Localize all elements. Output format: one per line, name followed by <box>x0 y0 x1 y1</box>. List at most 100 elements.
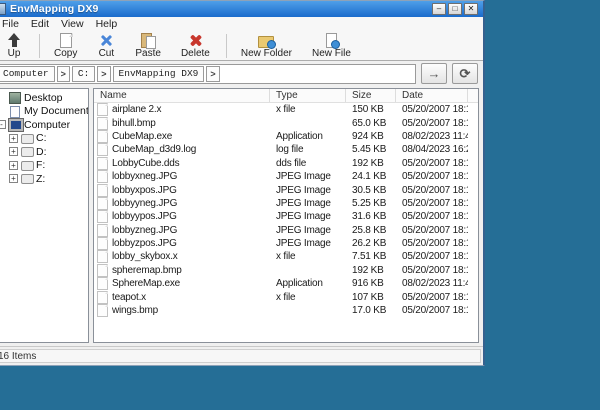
menu-item-edit[interactable]: Edit <box>25 18 55 30</box>
file-type: JPEG Image <box>276 171 331 183</box>
file-name-cell: CubeMap_d3d9.log <box>94 143 270 157</box>
table-row[interactable]: teapot.x x file 107 KB 05/20/2007 18:10 <box>94 290 478 304</box>
file-name-cell: lobbyxneg.JPG <box>94 170 270 184</box>
table-row[interactable]: wings.bmp 17.0 KB 05/20/2007 18:10 <box>94 304 478 318</box>
file-date: 05/20/2007 18:10 <box>402 104 468 116</box>
file-name: wings.bmp <box>112 305 158 317</box>
table-row[interactable]: lobbyxneg.JPG JPEG Image 24.1 KB 05/20/2007… <box>94 170 478 184</box>
breadcrumb[interactable]: Computer > C: > EnvMapping DX9 > <box>0 63 416 84</box>
file-icon <box>97 116 108 130</box>
tree-item-c-[interactable]: + C: <box>0 132 88 146</box>
tree-item-label: F: <box>36 159 46 172</box>
expand-icon[interactable]: + <box>9 160 18 170</box>
breadcrumb-chevron-icon[interactable]: > <box>56 65 70 82</box>
table-row[interactable]: bihull.bmp 65.0 KB 05/20/2007 18:10 <box>94 116 478 130</box>
file-manager-window: EnvMapping DX9 – □ ✕ File Edit View Help Up… <box>0 0 485 366</box>
toolbar-button-delete[interactable]: Delete <box>172 32 219 59</box>
drive-icon <box>20 160 34 171</box>
file-size: 24.1 KB <box>352 171 387 183</box>
tree-item-f-[interactable]: + F: <box>0 159 88 173</box>
table-row[interactable]: spheremap.bmp 192 KB 05/20/2007 18:10 <box>94 263 478 277</box>
file-name-cell: wings.bmp <box>94 304 270 318</box>
toolbar-button-paste[interactable]: Paste <box>126 32 170 59</box>
file-date: 08/02/2023 11:40 <box>402 278 468 290</box>
address-bar: Computer > C: > EnvMapping DX9 > → ⟳ <box>0 60 483 86</box>
menu-item-view[interactable]: View <box>55 18 90 30</box>
file-icon <box>97 196 108 210</box>
tree-item-label: Desktop <box>24 91 63 104</box>
documents-icon <box>8 105 21 118</box>
copy-icon <box>57 33 75 48</box>
folder-tree[interactable]: Desktop My Documents - Computer + C: + D: + F: + Z: <box>0 88 89 343</box>
expand-icon[interactable]: + <box>9 147 18 157</box>
file-size: 26.2 KB <box>352 238 387 250</box>
tree-item-my-documents[interactable]: My Documents <box>0 105 88 119</box>
table-row[interactable]: CubeMap.exe Application 924 KB 08/02/2023 1… <box>94 129 478 143</box>
table-row[interactable]: LobbyCube.dds dds file 192 KB 05/20/2007 18… <box>94 156 478 170</box>
window-title: EnvMapping DX9 <box>10 3 99 15</box>
table-row[interactable]: lobbyypos.JPG JPEG Image 31.6 KB 05/20/2007… <box>94 210 478 224</box>
breadcrumb-segment[interactable]: EnvMapping DX9 <box>112 65 205 82</box>
toolbar-button-cut[interactable]: Cut <box>88 32 124 59</box>
file-type: Application <box>276 130 323 142</box>
table-row[interactable]: lobbyzpos.JPG JPEG Image 26.2 KB 05/20/2007… <box>94 237 478 251</box>
file-icon <box>97 143 108 157</box>
column-header-size[interactable]: Size <box>346 89 396 102</box>
toolbar-button-label: Up <box>7 48 21 59</box>
file-date: 05/20/2007 18:10 <box>402 305 468 317</box>
file-name: lobbyxneg.JPG <box>112 171 178 183</box>
column-header-type[interactable]: Type <box>270 89 346 102</box>
file-icon <box>97 263 108 277</box>
toolbar-separator <box>39 33 40 58</box>
menu-item-file[interactable]: File <box>0 18 25 30</box>
table-row[interactable]: SphereMap.exe Application 916 KB 08/02/2023… <box>94 277 478 291</box>
column-header-date[interactable]: Date <box>396 89 468 102</box>
table-row[interactable]: airplane 2.x x file 150 KB 05/20/2007 18:10 <box>94 103 478 117</box>
tree-item-desktop[interactable]: Desktop <box>0 91 88 105</box>
refresh-button[interactable]: ⟳ <box>452 63 478 84</box>
file-name-cell: bihull.bmp <box>94 116 270 130</box>
file-size: 5.25 KB <box>352 197 387 209</box>
menu-item-help[interactable]: Help <box>90 18 124 30</box>
close-button[interactable]: ✕ <box>464 3 478 15</box>
file-icon <box>97 170 108 184</box>
file-date: 05/20/2007 18:10 <box>402 157 468 169</box>
status-bar: 16 Items <box>0 346 483 365</box>
file-size: 65.0 KB <box>352 117 387 129</box>
file-name-cell: LobbyCube.dds <box>94 156 270 170</box>
toolbar-button-new-file[interactable]: New File <box>303 32 360 59</box>
table-row[interactable]: CubeMap_d3d9.log log file 5.45 KB 08/04/202… <box>94 143 478 157</box>
file-name: bihull.bmp <box>112 117 156 129</box>
tree-item-computer[interactable]: - Computer <box>0 118 88 132</box>
table-row[interactable]: lobbyzneg.JPG JPEG Image 25.8 KB 05/20/2007… <box>94 223 478 237</box>
expand-icon[interactable]: + <box>9 174 18 184</box>
file-icon <box>97 250 108 264</box>
breadcrumb-segment[interactable]: Computer <box>0 65 55 82</box>
title-bar[interactable]: EnvMapping DX9 – □ ✕ <box>0 1 483 17</box>
maximize-button[interactable]: □ <box>448 3 462 15</box>
breadcrumb-segment[interactable]: C: <box>71 65 96 82</box>
tree-item-d-[interactable]: + D: <box>0 145 88 159</box>
column-header-name[interactable]: Name <box>94 89 270 102</box>
minimize-button[interactable]: – <box>432 3 446 15</box>
table-row[interactable]: lobbyxpos.JPG JPEG Image 30.5 KB 05/20/2007… <box>94 183 478 197</box>
table-row[interactable]: lobbyyneg.JPG JPEG Image 5.25 KB 05/20/2007… <box>94 196 478 210</box>
expand-icon[interactable]: + <box>9 133 18 143</box>
file-icon <box>97 304 108 318</box>
window-controls: – □ ✕ <box>432 3 478 15</box>
toolbar-button-copy[interactable]: Copy <box>45 32 86 59</box>
table-row[interactable]: lobby_skybox.x x file 7.51 KB 05/20/2007 18… <box>94 250 478 264</box>
breadcrumb-chevron-icon[interactable]: > <box>97 65 111 82</box>
tree-item-z-[interactable]: + Z: <box>0 172 88 186</box>
go-button[interactable]: → <box>421 63 447 84</box>
collapse-icon[interactable]: - <box>0 120 6 130</box>
file-date: 05/20/2007 18:10 <box>402 251 468 263</box>
toolbar-button-new-folder[interactable]: New Folder <box>232 32 301 59</box>
column-header-spacer <box>468 89 478 102</box>
toolbar: Up Copy Cut Paste Delete New Folder New File <box>0 31 483 60</box>
toolbar-button-up[interactable]: Up <box>0 32 32 59</box>
file-icon <box>97 103 108 117</box>
breadcrumb-chevron-icon[interactable]: > <box>206 65 220 82</box>
file-list: Name Type Size Date airplane 2.x x file 150 K… <box>93 88 479 343</box>
